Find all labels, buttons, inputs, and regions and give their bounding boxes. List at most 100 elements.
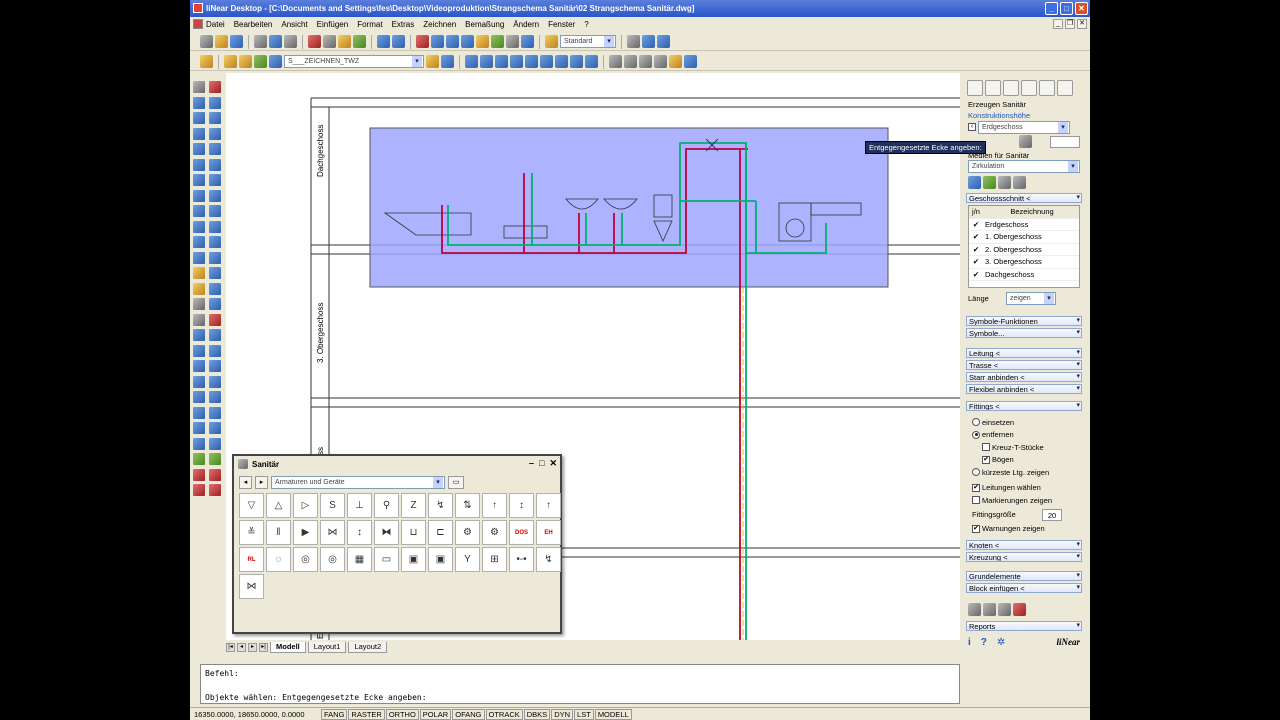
copy-object-icon[interactable] xyxy=(209,96,221,109)
symbole-funktionen-section[interactable]: Symbole-Funktionen xyxy=(966,316,1082,326)
sanitaer-symbol[interactable]: ↕ xyxy=(347,520,372,545)
tab-modell[interactable]: Modell xyxy=(270,642,306,653)
center-mark-icon[interactable] xyxy=(209,422,221,434)
preview-icon[interactable] xyxy=(269,35,282,48)
menu-extras[interactable]: Extras xyxy=(392,20,415,29)
point-icon[interactable] xyxy=(193,81,205,93)
zoom-in-icon[interactable] xyxy=(540,55,553,68)
markierungen-checkbox[interactable] xyxy=(972,496,980,505)
array-icon[interactable] xyxy=(209,143,221,155)
menu-aendern[interactable]: Ändern xyxy=(513,20,539,29)
fire-tool-icon[interactable] xyxy=(193,484,205,496)
status-otrack[interactable]: OTRACK xyxy=(485,708,523,720)
dim-space-icon[interactable] xyxy=(209,406,221,419)
sanitaer-symbol[interactable]: ◎ xyxy=(320,547,345,572)
sanitaer-symbol[interactable]: ↯ xyxy=(536,547,561,572)
starr-anbinden-section[interactable]: Starr anbinden < xyxy=(966,372,1082,382)
sanitaer-minimize-button[interactable]: – xyxy=(529,458,534,469)
table-row[interactable]: ✔ Erdgeschoss xyxy=(969,219,1079,231)
panel-tool-erase-icon[interactable] xyxy=(1013,602,1026,616)
dim-edit-icon[interactable] xyxy=(209,437,221,450)
panel-tab-calc-icon[interactable] xyxy=(1057,80,1073,96)
view-iso-icon[interactable] xyxy=(639,55,652,68)
revcloud-icon[interactable] xyxy=(193,205,205,217)
visual-style-icon[interactable] xyxy=(684,55,697,68)
sanitaer-symbol[interactable]: ▭ xyxy=(374,547,399,572)
panel-tool-rect-icon[interactable] xyxy=(968,602,981,616)
minimize-button[interactable]: _ xyxy=(1045,2,1058,15)
make-block-icon[interactable] xyxy=(193,282,205,295)
sanitaer-symbol[interactable]: EH xyxy=(536,520,561,545)
doc-close-button[interactable]: ✕ xyxy=(1077,19,1087,29)
knoten-section[interactable]: Knoten < xyxy=(966,540,1082,550)
sanitaer-symbol[interactable]: ⊥ xyxy=(347,493,372,518)
kreuzung-section[interactable]: Kreuzung < xyxy=(966,552,1082,562)
dim-ordinate-icon[interactable] xyxy=(209,344,221,357)
erase-icon[interactable] xyxy=(209,81,221,93)
zoom-object-icon[interactable] xyxy=(525,55,538,68)
symbol-select-icon[interactable] xyxy=(983,175,996,189)
sanitaer-symbol[interactable]: RL xyxy=(239,547,264,572)
match-properties-icon[interactable] xyxy=(353,35,366,48)
electrical-tool-icon[interactable] xyxy=(193,468,205,481)
menu-bearbeiten[interactable]: Bearbeiten xyxy=(234,20,273,29)
sanitaer-symbol[interactable]: ↑ xyxy=(536,493,561,518)
view-toggle-button[interactable]: ▭ xyxy=(448,476,464,489)
sanitaer-symbol[interactable]: ⚙ xyxy=(455,520,480,545)
sanitaer-symbol[interactable]: ▣ xyxy=(428,547,453,572)
fittingsgroesse-input[interactable]: 20 xyxy=(1042,508,1062,521)
height-input[interactable] xyxy=(1050,135,1080,148)
sanitaer-symbol[interactable]: ◎ xyxy=(293,547,318,572)
multileader-icon[interactable] xyxy=(657,35,670,48)
menu-help[interactable]: ? xyxy=(584,20,588,29)
sanitaer-symbol[interactable]: ⚙ xyxy=(482,520,507,545)
table-row[interactable]: ✔ 3. Obergeschoss xyxy=(969,256,1079,269)
text-style-icon[interactable] xyxy=(545,35,558,48)
category-prev-button[interactable]: ◂ xyxy=(239,476,252,489)
gas-tool-icon[interactable] xyxy=(209,468,221,481)
layer-previous-icon[interactable] xyxy=(441,55,454,68)
dim-quick-icon[interactable] xyxy=(193,391,205,403)
dim-continue-icon[interactable] xyxy=(193,406,205,419)
panel-tab-pipe-icon[interactable] xyxy=(1003,80,1019,96)
zoom-extents-icon[interactable] xyxy=(465,55,478,68)
panel-tab-view-icon[interactable] xyxy=(1021,80,1037,96)
sanitaer-symbol[interactable]: ⊔ xyxy=(401,520,426,545)
view-top-icon[interactable] xyxy=(609,55,622,68)
offset-icon[interactable] xyxy=(209,127,221,140)
reports-section[interactable]: Reports xyxy=(966,621,1082,631)
einsetzen-radio[interactable] xyxy=(972,418,980,427)
sanitaer-symbol[interactable]: ↕ xyxy=(509,493,534,518)
menu-datei[interactable]: Datei xyxy=(206,20,225,29)
tab-prev-icon[interactable]: ◂ xyxy=(237,643,246,652)
properties-icon[interactable] xyxy=(476,35,489,48)
polygon-icon[interactable] xyxy=(193,143,205,155)
status-fang[interactable]: FANG xyxy=(321,708,348,720)
xline-icon[interactable] xyxy=(193,112,205,124)
laenge-combo[interactable]: zeigen xyxy=(1006,291,1056,305)
status-dbks[interactable]: DBKS xyxy=(523,708,551,720)
menu-format[interactable]: Format xyxy=(357,20,382,29)
polyline-icon[interactable] xyxy=(193,127,205,140)
ellipse-arc-icon[interactable] xyxy=(193,251,205,264)
sanitaer-maximize-button[interactable]: □ xyxy=(539,458,544,469)
dim-style-icon[interactable] xyxy=(627,35,640,48)
ellipse-icon[interactable] xyxy=(193,236,205,248)
tab-layout2[interactable]: Layout2 xyxy=(348,642,388,653)
warnungen-checkbox[interactable]: ✔ xyxy=(972,524,980,533)
menu-ansicht[interactable]: Ansicht xyxy=(281,20,307,29)
table-row[interactable]: ✔ 2. Obergeschoss xyxy=(969,244,1079,256)
extend-icon[interactable] xyxy=(209,236,221,248)
sanitaer-symbol[interactable]: Y xyxy=(455,547,480,572)
dim-radius-icon[interactable] xyxy=(193,360,205,372)
symbole-button[interactable]: Symbole... xyxy=(966,328,1082,338)
sanitaer-symbol[interactable]: ▦ xyxy=(347,547,372,572)
table-row[interactable]: ✔ Dachgeschoss xyxy=(969,269,1079,281)
sanitaer-symbol[interactable]: ⋈ xyxy=(239,574,264,599)
dim-aligned-icon[interactable] xyxy=(209,329,221,341)
konstruktionshoehe-link[interactable]: Konstruktionshöhe xyxy=(964,110,1084,121)
tab-layout1[interactable]: Layout1 xyxy=(307,642,347,653)
sanitaer-symbol[interactable]: ▣ xyxy=(401,547,426,572)
category-combo[interactable]: Armaturen und Geräte xyxy=(271,476,445,489)
layer-color-icon[interactable] xyxy=(269,55,282,68)
